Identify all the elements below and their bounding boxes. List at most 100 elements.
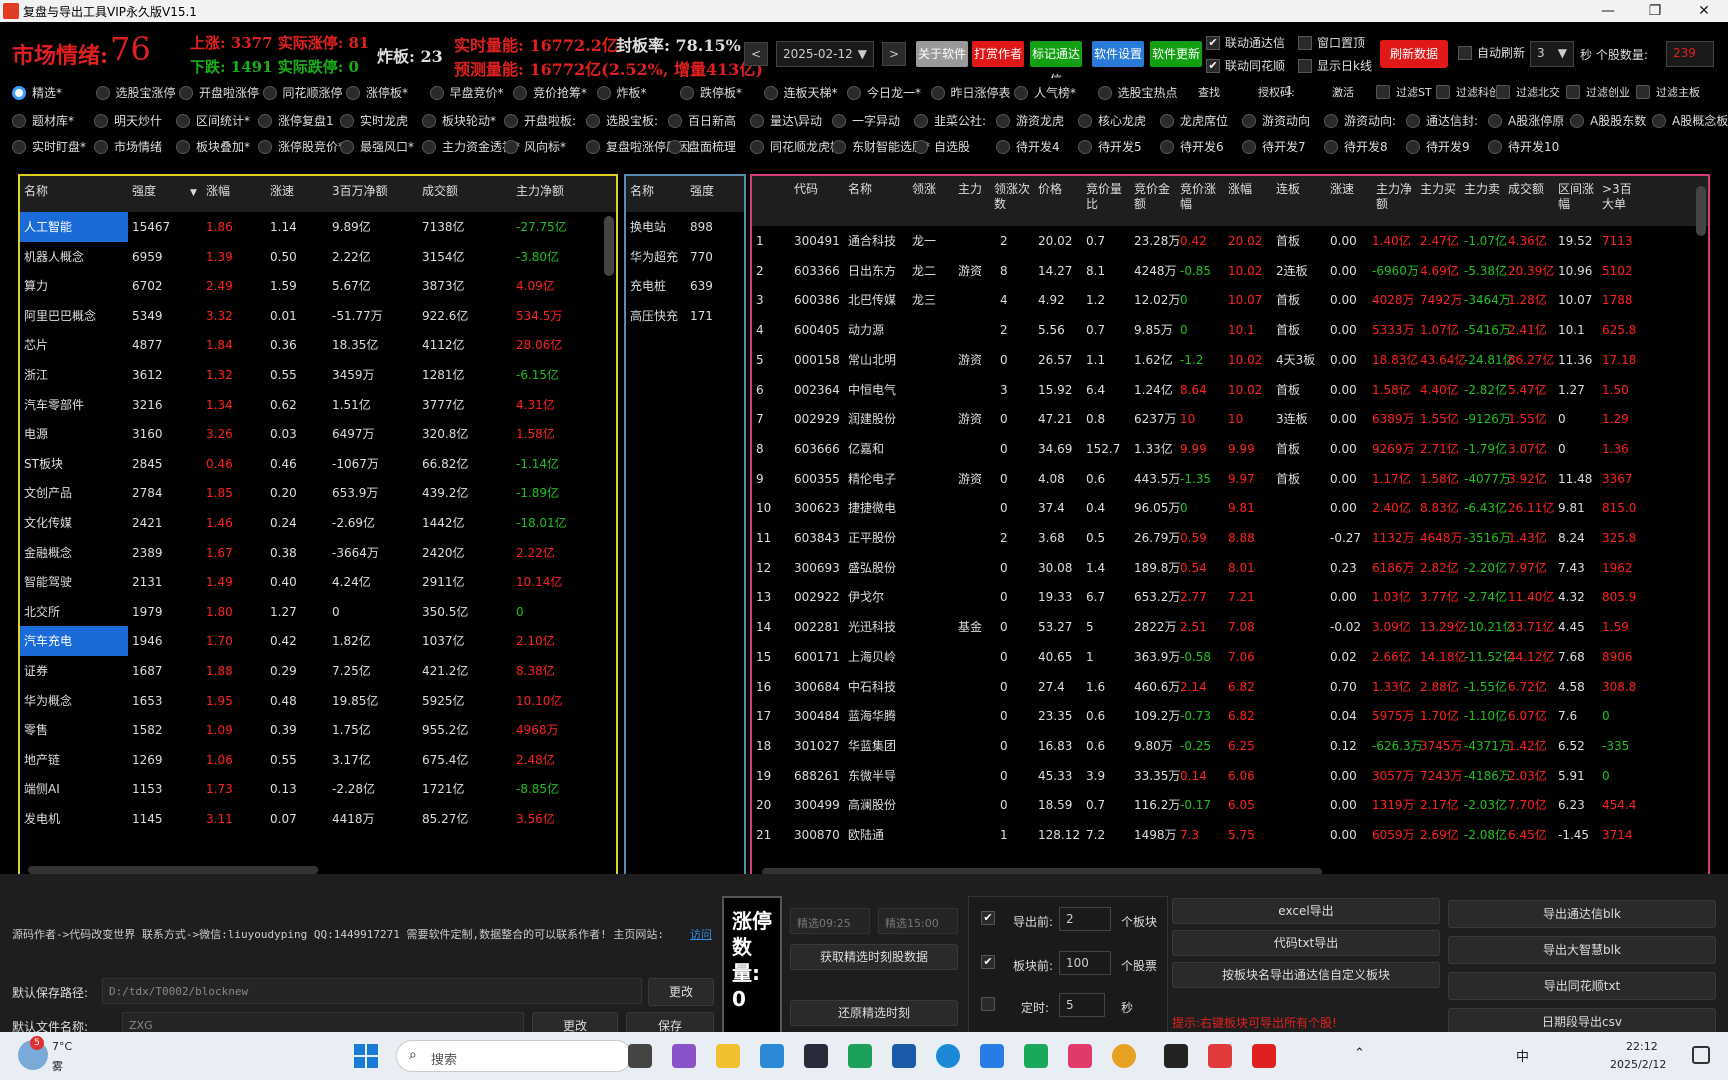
col-header[interactable]: 主力净额 [1376, 182, 1420, 212]
refresh-data-button[interactable]: 刷新数据 [1380, 40, 1448, 68]
option-r1-7[interactable]: 炸板* [596, 84, 647, 101]
col-header[interactable]: 竞价涨幅 [1180, 182, 1224, 212]
option-r1-22[interactable]: 过滤主板 [1636, 84, 1700, 100]
option-r3-11[interactable]: 自选股 [914, 138, 970, 155]
option-r1-16[interactable]: 1 [1286, 84, 1293, 97]
table-row[interactable]: 汽车充电 1946 1.70 0.42 1.82亿 1037亿 2.10亿 [20, 626, 616, 657]
option-r1-13[interactable]: 选股宝热点 [1097, 84, 1178, 101]
table-row[interactable]: 文化传媒 2421 1.46 0.24 -2.69亿 1442亿 -18.01亿 [20, 508, 616, 538]
option-r2-7[interactable]: 选股宝板: [586, 112, 658, 129]
table-row[interactable]: 汽车零部件 3216 1.34 0.62 1.51亿 3777亿 4.31亿 [20, 390, 616, 420]
col-header[interactable]: 涨速 [1330, 182, 1374, 197]
option-r3-17[interactable]: 待开发9 [1406, 138, 1470, 155]
minimize-button[interactable]: — [1588, 0, 1628, 22]
task-view-icon[interactable] [628, 1044, 652, 1068]
option-r1-21[interactable]: 过滤创业 [1566, 84, 1630, 100]
option-r1-3[interactable]: 同花顺涨停 [262, 84, 343, 101]
sort-desc-icon[interactable]: ▼ [190, 186, 197, 201]
stock-count-field[interactable]: 239 [1666, 41, 1714, 67]
close-button[interactable]: ✕ [1684, 0, 1724, 22]
option-r1-0[interactable]: 精选* [12, 84, 62, 101]
option-r2-13[interactable]: 核心龙虎 [1078, 112, 1146, 129]
link-ths-checkbox[interactable]: ✔ 联动同花顺 [1206, 57, 1285, 74]
app-icon-2[interactable] [848, 1044, 872, 1068]
change-path-button[interactable]: 更改 [648, 978, 714, 1006]
top-button-0[interactable]: 关于软件 [916, 41, 968, 67]
top-button-4[interactable]: 软件更新 [1150, 41, 1202, 67]
app-icon-4[interactable] [1024, 1044, 1048, 1068]
export-button-r2[interactable]: 导出同花顺txt [1448, 972, 1716, 1000]
block-before-checkbox[interactable]: ✔ [981, 955, 1000, 969]
export-button-r0[interactable]: 导出通达信blk [1448, 900, 1716, 928]
visual-studio-icon[interactable] [672, 1044, 696, 1068]
option-r3-8[interactable]: 盘面梳理 [668, 138, 736, 155]
col-header[interactable]: 竞价量比 [1086, 182, 1130, 212]
stock-row[interactable]: 3 600386 北巴传媒 龙三 4 4.92 1.2 12.02万 0 10.07 首板 0.00 4… [752, 285, 1708, 315]
app-icon-1[interactable] [804, 1044, 828, 1068]
option-r2-4[interactable]: 实时龙虎 [340, 112, 408, 129]
option-r1-14[interactable]: 查找 [1198, 84, 1220, 100]
col-header[interactable]: 成交额 [1508, 182, 1552, 197]
block-before-stepper[interactable]: 100 [1059, 951, 1111, 975]
stock-row[interactable]: 6 002364 中恒电气 3 15.92 6.4 1.24亿 8.64 10.02 首板 0.00… [752, 375, 1708, 405]
stock-row[interactable]: 9 600355 精伦电子 游资 0 4.08 0.6 443.5万 -1.35 9.97 首板 0.… [752, 464, 1708, 494]
table-row[interactable]: 智能驾驶 2131 1.49 0.40 4.24亿 2911亿 10.14亿 [20, 567, 616, 597]
option-r3-15[interactable]: 待开发7 [1242, 138, 1306, 155]
export-before-stepper[interactable]: 2 [1059, 907, 1111, 931]
stock-row[interactable]: 19 688261 东微半导 0 45.33 3.9 33.35万 0.14 6.06 0.00 3… [752, 761, 1708, 791]
store-icon[interactable] [892, 1044, 916, 1068]
col-header[interactable]: 代码 [794, 182, 838, 197]
table-row[interactable]: 换电站 898 [626, 212, 744, 242]
option-r1-10[interactable]: 今日龙一* [847, 84, 921, 101]
option-r2-14[interactable]: 龙虎席位 [1160, 112, 1228, 129]
table-row[interactable]: 浙江 3612 1.32 0.55 3459万 1281亿 -6.15亿 [20, 360, 616, 390]
table-row[interactable]: 芯片 4877 1.84 0.36 18.35亿 4112亿 28.06亿 [20, 330, 616, 360]
h-scrollbar[interactable] [28, 866, 318, 874]
scrollbar[interactable] [1696, 186, 1706, 236]
option-r3-2[interactable]: 板块叠加* [176, 138, 250, 155]
sector-table[interactable]: 名称 强度 涨幅 涨速 3百万净额 成交额 主力净额 ▼ 人工智能 15467 1.86 1.14 9.… [18, 174, 618, 882]
edge-dev-icon[interactable] [760, 1044, 784, 1068]
option-r1-9[interactable]: 连板天梯* [763, 84, 838, 101]
notification-icon[interactable] [1692, 1046, 1710, 1064]
option-r1-4[interactable]: 涨停板* [346, 84, 408, 101]
stock-row[interactable]: 18 301027 华蓝集团 0 16.83 0.6 9.80万 -0.25 6.25 0.12-… [752, 731, 1708, 761]
edge-icon[interactable] [936, 1044, 960, 1068]
option-r1-12[interactable]: 人气榜* [1014, 84, 1076, 101]
table-row[interactable]: 证券 1687 1.88 0.29 7.25亿 421.2亿 8.38亿 [20, 656, 616, 686]
option-r3-3[interactable]: 涨停股竞价* [258, 138, 344, 155]
table-row[interactable]: 阿里巴巴概念 5349 3.32 0.01 -51.77万 922.6亿 534.5万 [20, 301, 616, 331]
col-header[interactable]: 主力卖 [1464, 182, 1508, 197]
option-r2-10[interactable]: 一字异动 [832, 112, 900, 129]
homepage-link[interactable]: 访问 [690, 926, 712, 942]
ime-indicator[interactable]: 中 [1516, 1046, 1529, 1065]
col-header[interactable]: 连板 [1276, 182, 1320, 197]
stock-row[interactable]: 8 603666 亿嘉和 0 34.69 152.7 1.33亿 9.99 9.99 首板 0.00… [752, 434, 1708, 464]
clock-date[interactable]: 2025/2/12 [1610, 1058, 1666, 1071]
option-r1-1[interactable]: 选股宝涨停 [95, 84, 176, 101]
date-picker[interactable]: 2025-02-12 ▼ [776, 41, 874, 67]
select-1500-field[interactable]: 精选15:00 [878, 908, 958, 934]
col-header[interactable]: 名称 [24, 184, 48, 199]
table-row[interactable]: 华为超充 770 [626, 242, 744, 272]
export-button-r1[interactable]: 导出大智慧blk [1448, 936, 1716, 964]
table-row[interactable]: 金融概念 2389 1.67 0.38 -3664万 2420亿 2.22亿 [20, 538, 616, 568]
option-r3-16[interactable]: 待开发8 [1324, 138, 1388, 155]
option-r2-17[interactable]: 通达信封: [1406, 112, 1478, 129]
col-header[interactable]: 涨速 [270, 184, 294, 199]
window-top-checkbox[interactable]: 窗口置顶 [1298, 34, 1365, 51]
file-explorer-icon[interactable] [716, 1044, 740, 1068]
col-header[interactable]: 成交额 [422, 184, 458, 199]
stock-row[interactable]: 20 300499 高澜股份 0 18.59 0.7 116.2万 -0.17 6.05 0.00… [752, 790, 1708, 820]
save-path-input[interactable]: D:/tdx/T0002/blocknew [102, 978, 642, 1004]
table-row[interactable]: 发电机 1145 3.11 0.07 4418万 85.27亿 3.56亿 [20, 804, 616, 834]
option-r3-0[interactable]: 实时盯盘* [12, 138, 86, 155]
stock-row[interactable]: 21 300870 欧陆通 1 128.12 7.2 1498万 7.3 5.75 0.00 605… [752, 820, 1708, 850]
timer-select[interactable]: 5 [1059, 993, 1105, 1017]
option-r3-13[interactable]: 待开发5 [1078, 138, 1142, 155]
col-header[interactable]: 名称 [630, 184, 654, 199]
table-row[interactable]: 算力 6702 2.49 1.59 5.67亿 3873亿 4.09亿 [20, 271, 616, 301]
maximize-button[interactable]: ❐ [1635, 0, 1675, 22]
table-row[interactable]: 人工智能 15467 1.86 1.14 9.89亿 7138亿 -27.75亿 [20, 212, 616, 242]
option-r2-2[interactable]: 区间统计* [176, 112, 250, 129]
